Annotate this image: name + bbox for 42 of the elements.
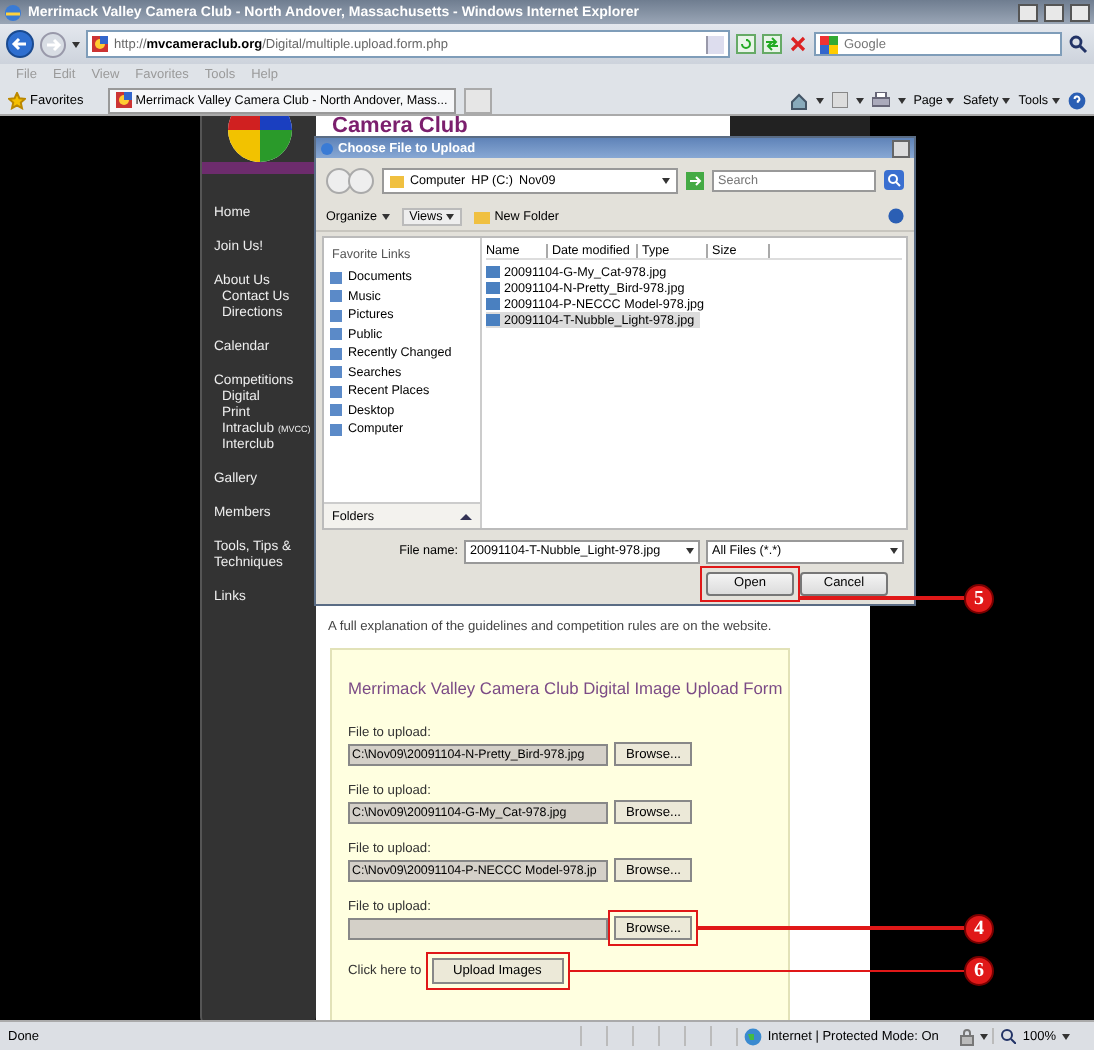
stop-icon[interactable] [788,34,808,54]
site-icon [115,92,132,108]
highlight-box [700,565,800,601]
zoom-icon [1000,1028,1017,1045]
reload-arrows-icon[interactable] [762,34,782,54]
form-title: Merrimack Valley Camera Club Digital Image Upload Form [348,678,785,698]
close-button[interactable] [1070,3,1090,21]
caret-icon [946,97,955,103]
search-icon[interactable] [884,170,904,190]
caret-icon [381,213,390,219]
search-icon[interactable] [1068,34,1088,54]
dialog-icon [320,141,334,155]
caret-icon [897,97,906,103]
caret-icon [72,41,80,47]
refresh-icon[interactable] [736,34,756,54]
caret-icon [446,213,455,219]
caret-icon [815,97,824,103]
globe-icon [743,1027,762,1046]
caret-icon [1002,97,1011,103]
browser-icon [4,3,22,21]
maximize-button[interactable] [1044,3,1064,21]
highlight-box [608,910,699,946]
minimize-button[interactable] [1018,3,1038,21]
caret-icon [662,177,670,183]
star-icon [8,91,26,109]
site-title: Camera Club [330,116,470,136]
caret-icon [1052,97,1060,103]
print-icon[interactable] [871,92,890,108]
lock-icon[interactable] [958,1027,977,1046]
file-path-field[interactable] [348,917,608,939]
caret-icon [855,97,864,103]
go-icon[interactable] [686,171,704,189]
close-button[interactable] [892,139,910,157]
forward-icon[interactable] [40,31,66,57]
dropdown-button[interactable] [706,35,724,53]
back-icon[interactable] [6,30,34,58]
caret-icon [686,548,694,554]
caret-icon [1062,1033,1070,1040]
caret-icon [980,1033,989,1040]
caret-icon [890,548,898,554]
home-icon[interactable] [789,91,808,109]
site-icon [92,36,108,52]
